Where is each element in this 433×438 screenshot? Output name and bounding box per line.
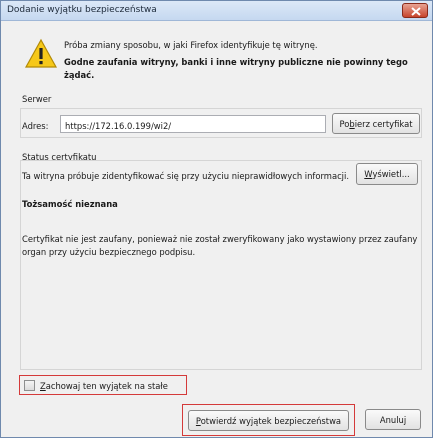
close-icon [411,7,421,16]
view-certificate-button[interactable]: Wyświetl... [356,163,418,185]
close-button[interactable] [402,3,428,18]
cancel-button[interactable]: Anuluj [365,409,421,430]
address-label: Adres: [22,121,49,131]
confirm-highlight: Potwierdź wyjątek bezpieczeństwa [182,404,355,436]
warning-message: Próba zmiany sposobu, w jaki Firefox ide… [64,40,318,50]
keep-exception-checkbox[interactable] [24,380,35,391]
warning-message-bold: Godne zaufania witryny, banki i inne wit… [64,57,408,80]
keep-label-rest: achowaj ten wyjątek na stałe [45,381,168,391]
keep-exception-option[interactable]: Zachowaj ten wyjątek na stałe [19,375,187,395]
keep-exception-label[interactable]: Zachowaj ten wyjątek na stałe [40,381,168,391]
title-bar[interactable]: Dodanie wyjątku bezpieczeństwa [1,1,432,21]
identity-text: Certyfikat nie jest zaufany, ponieważ ni… [22,234,418,257]
warning-icon [24,38,58,68]
view-label-rest: yświetl... [372,169,410,179]
server-section-label: Serwer [22,94,52,104]
address-input[interactable] [60,115,326,133]
dialog-title: Dodanie wyjątku bezpieczeństwa [7,5,157,15]
get-certificate-button[interactable]: Pobierz certyfikat [332,113,420,134]
get-certificate-label-rest: ierz certyfikat [354,119,413,129]
confirm-exception-button[interactable]: Potwierdź wyjątek bezpieczeństwa [188,410,349,431]
identity-title: Tożsamość nieznana [22,199,118,209]
cert-status-text: Ta witryna próbuje zidentyfikować się pr… [22,171,349,181]
get-certificate-label-prefix: Po [339,119,350,129]
cert-status-group [20,160,422,370]
confirm-label-rest: otwierdź wyjątek bezpieczeństwa [200,416,342,426]
